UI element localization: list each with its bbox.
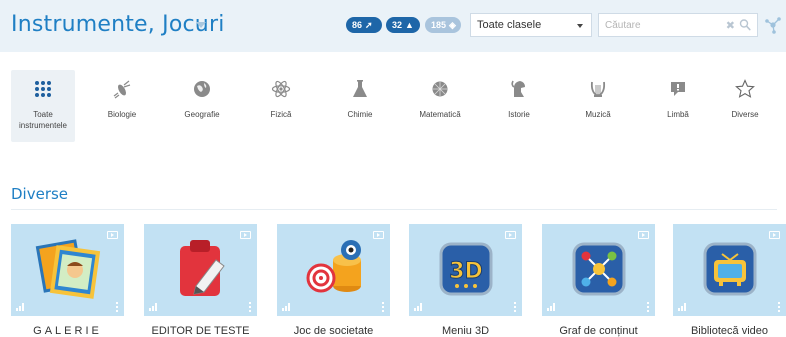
picture-frames-icon xyxy=(35,239,101,299)
category-label: Fizică xyxy=(270,110,292,119)
geometry-icon xyxy=(432,81,448,97)
tool-card-gallery[interactable] xyxy=(11,224,124,316)
tool-card-label[interactable]: Bibliotecă video xyxy=(673,325,786,337)
tools-count-badge[interactable]: 86 ➚ xyxy=(346,17,382,33)
category-chemistry[interactable]: Chimie xyxy=(328,70,392,142)
tool-card-label[interactable]: Graf de conținut xyxy=(542,325,655,337)
difficulty-bars-icon xyxy=(547,303,557,311)
video-badge-icon xyxy=(240,231,251,239)
atom-icon xyxy=(271,80,291,98)
more-options-icon[interactable] xyxy=(777,302,781,312)
more-options-icon[interactable] xyxy=(646,302,650,312)
clipboard-pencil-icon xyxy=(180,240,225,296)
helmet-icon xyxy=(511,80,525,97)
tool-icon: ➚ xyxy=(365,20,373,30)
star-icon xyxy=(735,79,755,98)
section-title: Diverse xyxy=(11,185,69,203)
difficulty-bars-icon xyxy=(414,303,424,311)
difficulty-bars-icon xyxy=(149,303,159,311)
category-misc[interactable]: Diverse xyxy=(713,70,777,142)
users-count-badge[interactable]: 32 ▲ xyxy=(386,17,420,33)
speech-bubble-icon xyxy=(671,82,685,96)
search-field[interactable]: ✖ xyxy=(598,13,758,37)
title-dropdown-icon[interactable] xyxy=(196,22,206,28)
category-math[interactable]: Matematică xyxy=(408,70,472,142)
category-label: Chimie xyxy=(347,110,373,119)
search-icon[interactable] xyxy=(739,18,751,32)
chevron-down-icon xyxy=(577,24,583,28)
tool-card-label[interactable]: EDITOR DE TESTE xyxy=(144,325,257,337)
category-label: Muzică xyxy=(585,110,611,119)
category-biology[interactable]: Biologie xyxy=(90,70,154,142)
category-all-tools[interactable]: Toate instrumentele xyxy=(11,70,75,142)
category-label: Istorie xyxy=(508,110,530,119)
users-count: 32 xyxy=(392,20,403,30)
more-options-icon[interactable] xyxy=(248,302,252,312)
tool-card-3d-menu[interactable]: 3D xyxy=(409,224,522,316)
insect-icon xyxy=(113,80,131,99)
network-share-icon[interactable] xyxy=(764,15,782,35)
tool-card-label[interactable]: GALERIE xyxy=(11,325,124,337)
tool-card-label[interactable]: Meniu 3D xyxy=(409,325,522,337)
flask-icon xyxy=(353,80,367,97)
tools-count: 86 xyxy=(352,20,363,30)
tool-card-label[interactable]: Joc de societate xyxy=(277,325,390,337)
graduation-cap-icon: ▲ xyxy=(405,20,414,30)
content-graph-icon xyxy=(572,242,626,296)
category-label: Biologie xyxy=(107,110,137,119)
svg-text:3D: 3D xyxy=(449,259,483,284)
globe-icon xyxy=(194,81,210,97)
grid-icon xyxy=(35,81,51,97)
items-count: 185 xyxy=(431,20,447,30)
tool-card-video-library[interactable] xyxy=(673,224,786,316)
video-badge-icon xyxy=(107,231,118,239)
category-label: Matematică xyxy=(419,110,461,119)
difficulty-bars-icon xyxy=(16,303,26,311)
video-library-icon xyxy=(703,242,757,296)
category-label: Toate instrumentele xyxy=(18,110,68,130)
3d-menu-icon: 3D xyxy=(439,242,493,296)
category-history[interactable]: Istorie xyxy=(487,70,551,142)
tool-card-content-graph[interactable] xyxy=(542,224,655,316)
category-label: Diverse xyxy=(731,110,759,119)
top-bar: Instrumente, Jocuri 86 ➚ 32 ▲ 185 ◈ Toate c… xyxy=(0,0,786,52)
class-filter-value: Toate clasele xyxy=(477,19,542,31)
category-label: Geografie xyxy=(184,110,220,119)
category-geography[interactable]: Geografie xyxy=(170,70,234,142)
class-filter-select[interactable]: Toate clasele xyxy=(470,13,592,37)
video-badge-icon xyxy=(373,231,384,239)
page-title[interactable]: Instrumente, Jocuri xyxy=(11,12,225,37)
category-physics[interactable]: Fizică xyxy=(249,70,313,142)
items-count-badge[interactable]: 185 ◈ xyxy=(425,17,461,33)
more-options-icon[interactable] xyxy=(513,302,517,312)
video-badge-icon xyxy=(769,231,780,239)
tool-card-board-game[interactable] xyxy=(277,224,390,316)
category-label: Limbă xyxy=(667,110,689,119)
close-icon[interactable]: ✖ xyxy=(726,19,735,32)
video-badge-icon xyxy=(505,231,516,239)
video-badge-icon xyxy=(638,231,649,239)
difficulty-bars-icon xyxy=(282,303,292,311)
category-bar: Toate instrumentele Biologie Geografie F… xyxy=(11,70,777,142)
category-music[interactable]: Muzică xyxy=(566,70,630,142)
search-input[interactable] xyxy=(605,17,715,33)
tool-card-test-editor[interactable] xyxy=(144,224,257,316)
more-options-icon[interactable] xyxy=(381,302,385,312)
category-language[interactable]: Limbă xyxy=(646,70,710,142)
difficulty-bars-icon xyxy=(678,303,688,311)
section-divider xyxy=(11,209,777,210)
diamond-icon: ◈ xyxy=(449,20,456,30)
more-options-icon[interactable] xyxy=(115,302,119,312)
board-game-icon xyxy=(306,240,361,293)
lyre-icon xyxy=(590,81,606,97)
